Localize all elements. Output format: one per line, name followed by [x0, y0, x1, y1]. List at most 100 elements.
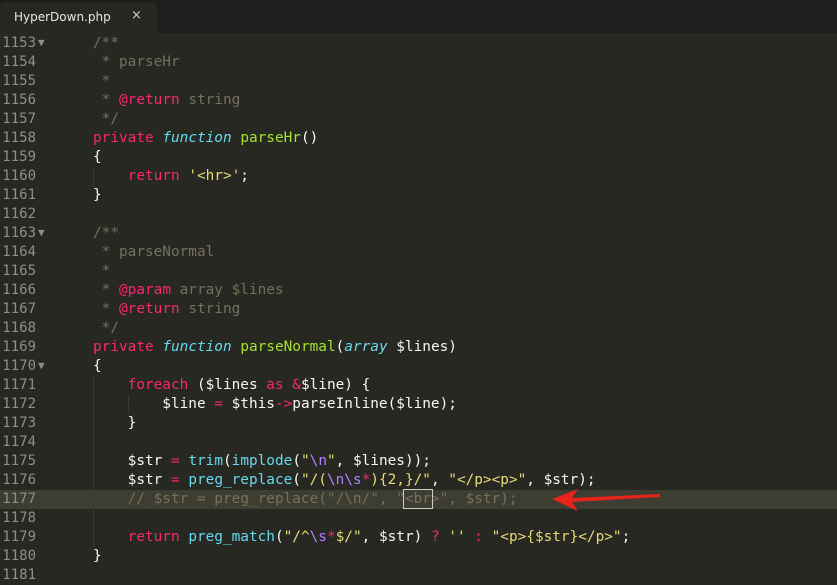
code-content[interactable]: $str = preg_replace("/(\n\s*){2,}/", "</…	[52, 471, 837, 490]
code-line[interactable]: 1158 private function parseHr()	[0, 129, 837, 148]
code-line[interactable]: 1174	[0, 433, 837, 452]
code-line[interactable]: 1181	[0, 566, 837, 585]
code-token: (	[222, 453, 232, 469]
code-line[interactable]: 1154 * parseHr	[0, 53, 837, 72]
code-line[interactable]: 1173 }	[0, 414, 837, 433]
code-token: * parseHr	[93, 54, 180, 70]
fold-arrow-icon[interactable]: ▼	[38, 36, 45, 49]
code-content[interactable]: }	[52, 186, 837, 205]
line-gutter[interactable]: 1181	[0, 566, 52, 585]
code-line[interactable]: 1177 // $str = preg_replace("/\n/", "<br…	[0, 489, 837, 509]
code-content[interactable]: $line = $this->parseInline($line);	[52, 395, 837, 414]
line-gutter[interactable]: 1166	[0, 281, 52, 300]
code-token: parseHr	[240, 130, 301, 146]
line-gutter[interactable]: 1158	[0, 129, 52, 148]
code-content[interactable]: {	[52, 148, 837, 167]
code-content[interactable]: foreach ($lines as &$line) {	[52, 376, 837, 395]
line-gutter[interactable]: 1155	[0, 72, 52, 91]
code-line[interactable]: 1169 private function parseNormal(array $…	[0, 338, 837, 357]
code-line[interactable]: 1176 $str = preg_replace("/(\n\s*){2,}/"…	[0, 471, 837, 490]
code-content[interactable]: /**	[52, 34, 837, 53]
tab-title[interactable]: HyperDown.php	[14, 10, 111, 24]
line-gutter[interactable]: 1163 ▼	[0, 224, 52, 243]
code-token: {	[93, 149, 102, 165]
code-line[interactable]: 1166 * @param array $lines	[0, 281, 837, 300]
code-line[interactable]: 1155 *	[0, 72, 837, 91]
line-gutter[interactable]: 1162	[0, 205, 52, 224]
code-content[interactable]: * @param array $lines	[52, 281, 837, 300]
line-gutter[interactable]: 1159	[0, 148, 52, 167]
code-line[interactable]: 1179 return preg_match("/^\s*$/", $str) …	[0, 528, 837, 547]
line-gutter[interactable]: 1173	[0, 414, 52, 433]
code-content[interactable]: private function parseHr()	[52, 129, 837, 148]
line-gutter[interactable]: 1156	[0, 91, 52, 110]
code-line[interactable]: 1175 $str = trim(implode("\n", $lines));	[0, 452, 837, 471]
line-gutter[interactable]: 1169	[0, 338, 52, 357]
code-line[interactable]: 1161}	[0, 186, 837, 205]
code-content[interactable]: return '<hr>';	[52, 167, 837, 186]
line-gutter[interactable]: 1168	[0, 319, 52, 338]
close-icon[interactable]: ×	[131, 8, 142, 23]
code-content[interactable]: return preg_match("/^\s*$/", $str) ? '' …	[52, 528, 837, 547]
line-gutter[interactable]: 1154	[0, 53, 52, 72]
code-line[interactable]: 1167 * @return string	[0, 300, 837, 319]
line-gutter[interactable]: 1180	[0, 547, 52, 566]
code-line[interactable]: 1160 return '<hr>';	[0, 167, 837, 186]
code-line[interactable]: 1168 */	[0, 319, 837, 338]
line-gutter[interactable]: 1165	[0, 262, 52, 281]
code-content[interactable]: {	[52, 357, 837, 376]
line-gutter[interactable]: 1172	[0, 395, 52, 414]
line-gutter[interactable]: 1178	[0, 509, 52, 528]
fold-arrow-icon[interactable]: ▼	[38, 226, 45, 239]
line-gutter[interactable]: 1176	[0, 471, 52, 490]
code-line[interactable]: 1165 *	[0, 262, 837, 281]
fold-arrow-icon[interactable]: ▼	[38, 359, 45, 372]
code-line[interactable]: 1156 * @return string	[0, 91, 837, 110]
line-gutter[interactable]: 1179	[0, 528, 52, 547]
code-line[interactable]: 1178	[0, 509, 837, 528]
code-content[interactable]: }	[52, 414, 837, 433]
tab-hyperdown[interactable]: HyperDown.php ×	[0, 2, 157, 33]
code-content[interactable]: // $str = preg_replace("/\n/", "<br>", $…	[52, 489, 837, 509]
line-gutter[interactable]: 1164	[0, 243, 52, 262]
code-line[interactable]: 1153 ▼ /**	[0, 34, 837, 53]
line-gutter[interactable]: 1171	[0, 376, 52, 395]
code-token: */	[93, 111, 119, 127]
code-line[interactable]: 1162	[0, 205, 837, 224]
line-gutter[interactable]: 1175	[0, 452, 52, 471]
line-gutter[interactable]: 1160	[0, 167, 52, 186]
code-content[interactable]	[52, 566, 837, 585]
code-content[interactable]	[52, 205, 837, 224]
line-gutter[interactable]: 1170 ▼	[0, 357, 52, 376]
code-token: *	[93, 282, 119, 298]
code-content[interactable]: }	[52, 547, 837, 566]
code-content[interactable]: * @return string	[52, 300, 837, 319]
code-line[interactable]: 1180}	[0, 547, 837, 566]
code-content[interactable]: * @return string	[52, 91, 837, 110]
code-line[interactable]: 1159 {	[0, 148, 837, 167]
code-content[interactable]: * parseHr	[52, 53, 837, 72]
line-gutter[interactable]: 1157	[0, 110, 52, 129]
line-gutter[interactable]: 1161	[0, 186, 52, 205]
code-content[interactable]: private function parseNormal(array $line…	[52, 338, 837, 357]
code-line[interactable]: 1164 * parseNormal	[0, 243, 837, 262]
code-content[interactable]	[52, 433, 837, 452]
code-line[interactable]: 1172 $line = $this->parseInline($line);	[0, 395, 837, 414]
line-gutter[interactable]: 1174	[0, 433, 52, 452]
code-editor[interactable]: 1153 ▼/** 1154 * parseHr 1155 * 1156 * @retu…	[0, 33, 837, 583]
code-content[interactable]: /**	[52, 224, 837, 243]
code-content[interactable]: */	[52, 110, 837, 129]
line-gutter[interactable]: 1177	[0, 490, 52, 509]
line-gutter[interactable]: 1167	[0, 300, 52, 319]
code-content[interactable]: */	[52, 319, 837, 338]
code-line[interactable]: 1170 ▼ {	[0, 357, 837, 376]
code-content[interactable]: $str = trim(implode("\n", $lines));	[52, 452, 837, 471]
code-line[interactable]: 1163 ▼ /**	[0, 224, 837, 243]
code-content[interactable]: *	[52, 72, 837, 91]
line-gutter[interactable]: 1153 ▼	[0, 34, 52, 53]
code-content[interactable]: *	[52, 262, 837, 281]
code-content[interactable]	[52, 509, 837, 528]
code-line[interactable]: 1171 foreach ($lines as &$line) {	[0, 376, 837, 395]
code-content[interactable]: * parseNormal	[52, 243, 837, 262]
code-line[interactable]: 1157 */	[0, 110, 837, 129]
